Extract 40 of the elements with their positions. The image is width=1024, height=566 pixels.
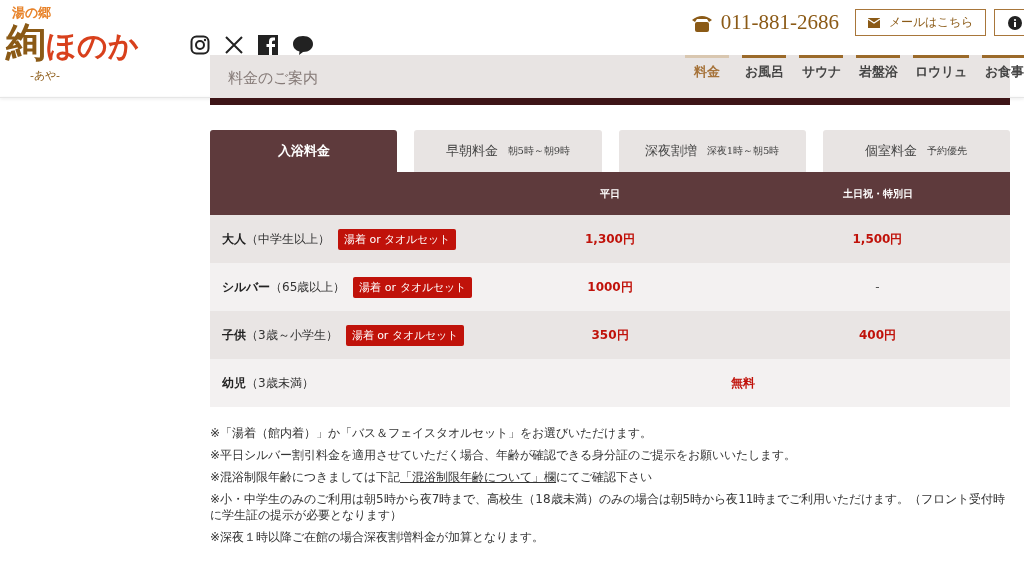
instagram-icon[interactable] xyxy=(190,35,210,55)
phone-number[interactable]: 011-881-2686 xyxy=(720,10,839,35)
note-text: ※混浴制限年齢につきましては下記「混浴制限年齢について」欄にてご確認下さい xyxy=(210,469,654,485)
row-label: 大人（中学生以上） xyxy=(222,230,330,248)
column-header: 平日 xyxy=(600,186,620,201)
note-text: ※「湯着（館内着）」か「バス＆フェイスタオルセット」をお選びいただけます。 xyxy=(210,425,654,441)
option-tag: 湯着 or タオルセット xyxy=(345,324,464,346)
mail-button[interactable]: メールはこちら xyxy=(855,9,986,36)
nav-item[interactable]: 岩盤浴 xyxy=(856,55,900,81)
price: 1,500円 xyxy=(852,230,903,248)
nav-item[interactable]: ロウリュ xyxy=(913,55,969,81)
nav-item[interactable]: サウナ xyxy=(799,55,843,81)
note-text: ※平日シルバー割引料金を適用させていただく場合、年齢が確認できる身分証のご提示をお願いいたします。 xyxy=(210,447,798,463)
info-icon xyxy=(1008,15,1022,30)
price: 400円 xyxy=(858,326,897,344)
x-icon[interactable] xyxy=(224,35,244,55)
option-tag: 湯着 or タオルセット xyxy=(338,228,457,250)
row-label: シルバー（65歳以上） xyxy=(222,278,346,296)
nav-item[interactable]: お風呂 xyxy=(742,55,786,81)
tab[interactable]: 個室料金 予約優先 xyxy=(822,130,1010,172)
envelope-icon xyxy=(868,17,880,28)
section-link[interactable]: 「混浴制限年齢について」欄 xyxy=(400,470,557,484)
option-tag: 湯着 or タオルセット xyxy=(353,276,472,298)
facebook-icon[interactable] xyxy=(258,35,278,55)
note-text: ※小・中学生のみのご利用は朝5時から夜7時まで、高校生（18歳未満）のみの場合は朝5時から夜11時までご利用いただけます。（フロント受付時に学生証の提示が必要となります） xyxy=(210,491,1007,523)
price: 無料 xyxy=(730,374,755,392)
tab[interactable]: 早朝料金 朝5時～朝9時 xyxy=(414,130,602,172)
chat-bubble-icon[interactable] xyxy=(292,35,314,55)
nav-item[interactable]: お食事 xyxy=(982,55,1024,81)
tab[interactable]: 深夜割増 深夜1時～朝5時 xyxy=(618,130,806,172)
row-label: 幼児（3歳未満） xyxy=(222,374,314,392)
page-title: 料金のご案内 xyxy=(228,69,318,88)
row-label: 子供（3歳～小学生） xyxy=(222,326,338,344)
price: - xyxy=(875,280,880,294)
column-header: 土日祝・特別日 xyxy=(842,186,913,201)
price: 1,300円 xyxy=(585,230,635,248)
price: 1000円 xyxy=(587,278,633,296)
tab[interactable]: 入浴料金 xyxy=(210,130,398,172)
price: 350円 xyxy=(591,326,629,344)
note-text: ※深夜１時以降ご在館の場合深夜割増料金が加算となります。 xyxy=(210,529,546,545)
